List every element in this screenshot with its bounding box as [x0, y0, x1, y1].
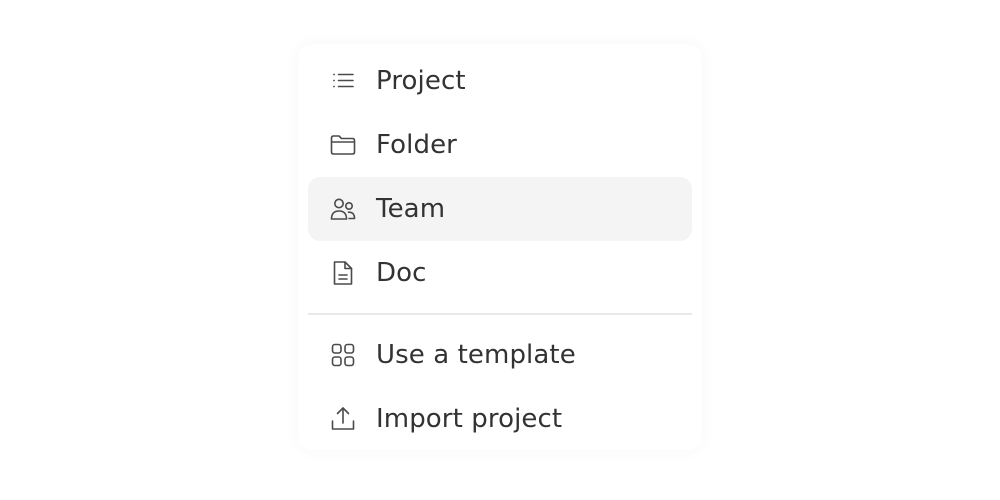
menu-item-project[interactable]: Project: [308, 49, 692, 113]
document-icon: [329, 259, 357, 287]
upload-icon: [329, 405, 357, 433]
menu-item-use-template[interactable]: Use a template: [308, 323, 692, 387]
create-menu: Project Folder Team Doc Use a template I…: [298, 44, 702, 450]
menu-item-label: Team: [376, 194, 446, 224]
menu-item-label: Folder: [376, 130, 457, 160]
menu-item-label: Import project: [376, 404, 563, 434]
menu-item-label: Doc: [376, 258, 427, 288]
menu-item-team[interactable]: Team: [308, 177, 692, 241]
menu-item-folder[interactable]: Folder: [308, 113, 692, 177]
menu-item-label: Use a template: [376, 340, 576, 370]
team-icon: [329, 195, 357, 223]
menu-item-import-project[interactable]: Import project: [308, 387, 692, 451]
menu-item-label: Project: [376, 66, 466, 96]
template-grid-icon: [329, 341, 357, 369]
menu-item-doc[interactable]: Doc: [308, 241, 692, 305]
list-icon: [329, 67, 357, 95]
folder-icon: [329, 131, 357, 159]
menu-divider: [308, 313, 692, 315]
